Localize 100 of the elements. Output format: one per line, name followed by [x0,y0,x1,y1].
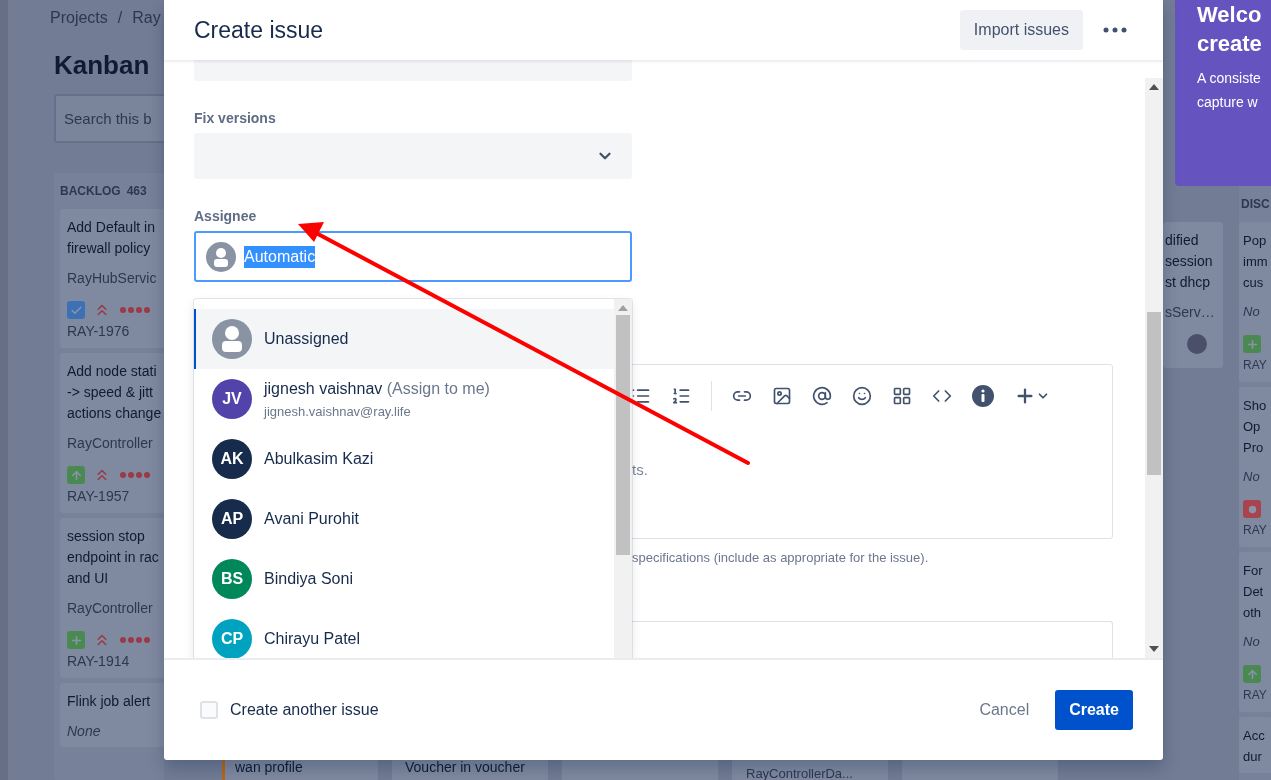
avatar: AK [212,439,252,479]
welcome-text: A consiste [1197,69,1262,88]
issue-key: RAY [1243,684,1271,706]
card-title: Flink job alert [67,692,152,711]
card-title: actions change [67,404,163,423]
scrollbar-thumb[interactable] [616,315,630,555]
field-box[interactable] [194,60,632,81]
emoji-icon[interactable] [852,385,872,406]
dots-icon [119,636,151,644]
mention-icon[interactable] [812,385,832,406]
cancel-button[interactable]: Cancel [967,690,1042,730]
scrollbar[interactable] [1145,78,1163,658]
card-title: dur [1243,748,1263,766]
scroll-up-icon[interactable] [1149,84,1159,90]
issue-card[interactable]: Flink job alert None [60,683,164,747]
issue-card[interactable]: For Det oth No RAY [1239,552,1271,712]
user-icon [212,319,252,359]
more-icon [1103,27,1127,33]
card-title: and UI [67,569,110,588]
card-component: None [67,722,102,741]
card-title: dified [1165,231,1200,250]
breadcrumb-item[interactable]: Projects [50,8,108,28]
card-title: firewall policy [67,239,152,258]
checkbox[interactable] [200,701,218,719]
issue-card[interactable]: Acc dur [1239,717,1271,773]
card-title: st dhcp [1165,273,1212,292]
field-label: Fix versions [194,108,277,127]
scrollbar[interactable] [614,299,632,658]
assignee-field[interactable]: Automatic [194,231,632,282]
card-title: endpoint in rac [67,548,160,567]
issue-card[interactable]: Add Default in firewall policy RayHubServic RAY-1976 [60,209,164,348]
card-title: For [1243,562,1264,580]
card-component: sServ… [1165,303,1216,322]
editor-placeholder: ts. [631,460,649,478]
option-name: Avani Purohit [264,510,359,528]
column-title: BACKLOG [60,184,121,198]
card-title: Add Default in [67,218,156,237]
checkbox-icon [67,301,85,319]
card-title: oth [1243,604,1263,622]
column-count: 463 [126,184,147,198]
create-button[interactable]: Create [1055,690,1133,730]
breadcrumb-item[interactable]: Ray [132,8,161,28]
option-name: Unassigned [264,330,349,348]
issue-key: RAY [1243,519,1271,541]
arrow-up-icon [67,466,85,484]
issue-card[interactable]: wan profile [222,760,378,780]
card-title: session stop [67,527,146,546]
dots-icon [119,306,151,314]
issue-card[interactable]: Add node stati -> speed & jitt actions change RayController RAY-1957 [60,353,164,513]
issue-card[interactable]: dified session st dhcp sServ… [1163,222,1223,368]
arrow-up-icon [1243,665,1261,683]
import-issues-button[interactable]: Import issues [959,10,1083,50]
board-title: Kanban [54,49,151,82]
card-title: -> speed & jitt [67,383,154,402]
card-title: Det [1243,583,1265,601]
avatar: JV [212,379,252,419]
issue-key: RAY-1976 [67,320,164,342]
welcome-text: capture w [1197,93,1259,112]
welcome-title: create [1197,30,1263,58]
issue-card[interactable]: session stop endpoint in rac and UI RayController RAY-1914 [60,518,164,678]
card-title: Add node stati [67,362,158,381]
issue-card[interactable]: Pop imm cus No RAY [1239,222,1271,382]
option-name: Bindiya Soni [264,570,353,588]
avatar: BS [212,559,252,599]
scrollbar-thumb[interactable] [1147,312,1161,475]
info-icon[interactable] [972,384,994,407]
card-title: imm [1243,253,1269,271]
option-name: jignesh vaishnav (Assign to me) [264,379,490,398]
field-label: Assignee [194,207,258,226]
issue-key: RAY-1957 [67,485,164,507]
card-title: session [1165,252,1214,271]
card-title: Pro [1243,439,1265,457]
help-text: specifications (include as appropriate for the issue). [631,548,930,567]
issue-card[interactable]: Voucher in voucher [392,760,548,780]
avatar-icon [1187,334,1207,354]
card-component: No [1243,303,1261,321]
card-title: Sho [1243,397,1268,415]
card-component: RayController [67,434,154,453]
plus-icon [67,631,85,649]
assignee-option[interactable]: Unassigned [194,309,614,369]
breadcrumb-item: / [117,8,123,28]
option-name: Abulkasim Kazi [264,450,374,468]
avatar: AP [212,499,252,539]
option-name: Chirayu Patel [264,630,361,648]
issue-key: RAY [1243,354,1271,376]
checkbox-label: Create another issue [230,701,380,719]
table-icon[interactable] [892,385,912,406]
issue-card[interactable]: Sho Op Pro No RAY [1239,387,1271,547]
card-component: No [1243,468,1261,486]
plus-icon [1243,335,1261,353]
dialog-title: Create issue [194,16,325,44]
scroll-down-icon[interactable] [1149,646,1159,652]
welcome-title: Welco [1197,1,1263,29]
image-icon[interactable] [772,385,792,406]
card-title: Acc [1243,727,1266,745]
avatar: CP [212,619,252,658]
column-title: DISC [1240,196,1271,213]
card-title: cus [1243,274,1265,292]
dots-icon [119,471,151,479]
search-field[interactable]: Search this b [54,94,164,143]
